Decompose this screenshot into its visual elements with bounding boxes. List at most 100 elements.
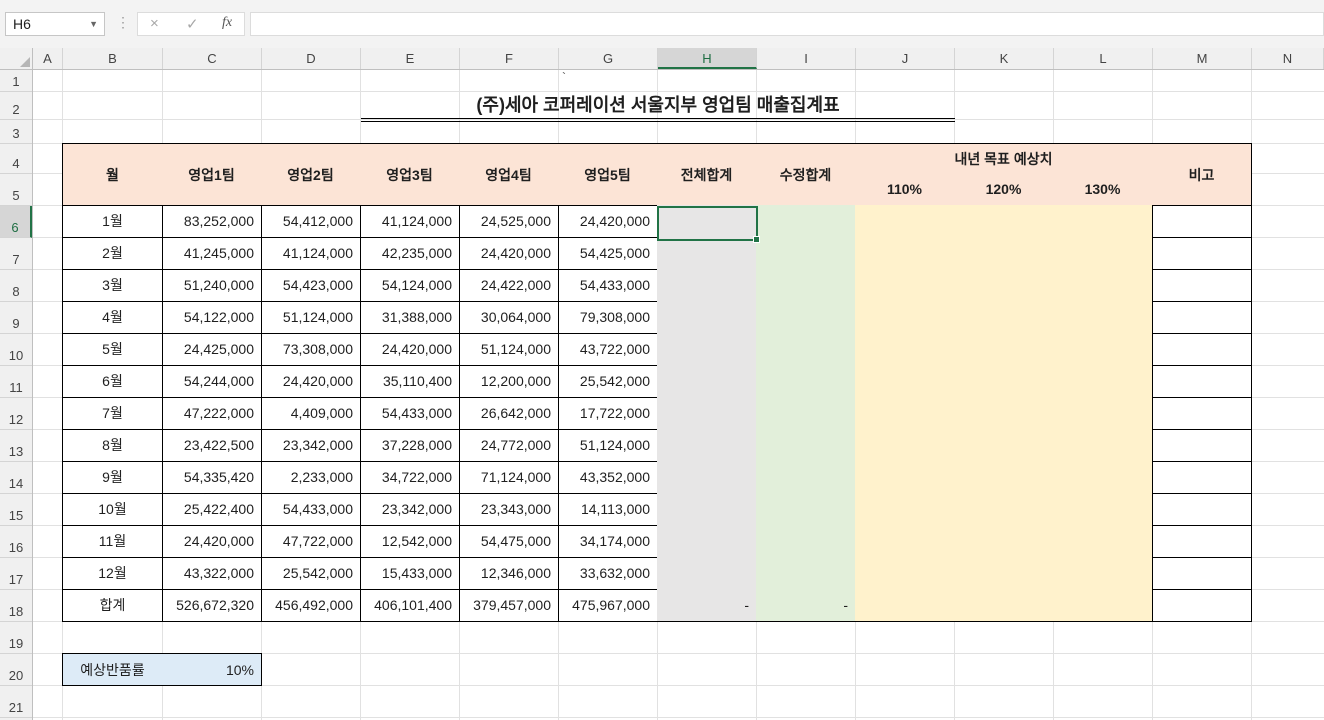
team5-cell[interactable]: 33,632,000 bbox=[558, 557, 658, 590]
total-cell[interactable] bbox=[657, 525, 757, 558]
team5-cell[interactable]: 17,722,000 bbox=[558, 397, 658, 430]
team1-cell[interactable]: 54,122,000 bbox=[162, 301, 262, 334]
month-cell[interactable]: 12월 bbox=[62, 557, 163, 590]
team4-cell[interactable]: 12,200,000 bbox=[459, 365, 559, 398]
target-130-cell[interactable] bbox=[1053, 493, 1153, 526]
target-120-cell[interactable] bbox=[954, 333, 1054, 366]
target-130-cell[interactable] bbox=[1053, 525, 1153, 558]
team2-cell[interactable]: 24,420,000 bbox=[261, 365, 361, 398]
month-cell[interactable]: 2월 bbox=[62, 237, 163, 270]
target-120-cell[interactable] bbox=[954, 493, 1054, 526]
total-team1[interactable]: 526,672,320 bbox=[162, 589, 262, 622]
target-110-cell[interactable] bbox=[855, 461, 955, 494]
adjusted-cell[interactable] bbox=[756, 205, 856, 238]
target-110-cell[interactable] bbox=[855, 269, 955, 302]
month-cell[interactable]: 9월 bbox=[62, 461, 163, 494]
return-rate-value[interactable]: 10% bbox=[162, 653, 262, 686]
header-team2[interactable]: 영업2팀 bbox=[261, 143, 361, 206]
team2-cell[interactable]: 4,409,000 bbox=[261, 397, 361, 430]
total-target-120[interactable] bbox=[954, 589, 1054, 622]
target-110-cell[interactable] bbox=[855, 397, 955, 430]
note-cell[interactable] bbox=[1152, 493, 1252, 526]
adjusted-cell[interactable] bbox=[756, 525, 856, 558]
column-header-g[interactable]: G bbox=[559, 48, 658, 69]
cancel-icon[interactable]: × bbox=[150, 15, 159, 32]
total-row-label[interactable]: 합계 bbox=[62, 589, 163, 622]
note-cell[interactable] bbox=[1152, 301, 1252, 334]
target-120-cell[interactable] bbox=[954, 365, 1054, 398]
adjusted-cell[interactable] bbox=[756, 461, 856, 494]
note-cell[interactable] bbox=[1152, 525, 1252, 558]
row-header-18[interactable]: 18 bbox=[0, 590, 32, 622]
total-cell[interactable] bbox=[657, 461, 757, 494]
target-110-cell[interactable] bbox=[855, 205, 955, 238]
note-cell[interactable] bbox=[1152, 461, 1252, 494]
target-120-cell[interactable] bbox=[954, 461, 1054, 494]
target-130-cell[interactable] bbox=[1053, 237, 1153, 270]
header-total[interactable]: 전체합계 bbox=[657, 143, 757, 206]
column-header-h[interactable]: H bbox=[658, 48, 757, 69]
target-130-cell[interactable] bbox=[1053, 205, 1153, 238]
column-header-i[interactable]: I bbox=[757, 48, 856, 69]
target-110-cell[interactable] bbox=[855, 525, 955, 558]
header-adjusted[interactable]: 수정합계 bbox=[756, 143, 856, 206]
row-header-3[interactable]: 3 bbox=[0, 120, 32, 144]
adjusted-cell[interactable] bbox=[756, 397, 856, 430]
month-cell[interactable]: 11월 bbox=[62, 525, 163, 558]
adjusted-cell[interactable] bbox=[756, 237, 856, 270]
header-target-group[interactable]: 내년 목표 예상치 bbox=[855, 143, 1153, 174]
row-header-17[interactable]: 17 bbox=[0, 558, 32, 590]
team5-cell[interactable]: 25,542,000 bbox=[558, 365, 658, 398]
column-header-n[interactable]: N bbox=[1252, 48, 1324, 69]
sheet-title[interactable]: (주)세아 코퍼레이션 서울지부 영업팀 매출집계표 bbox=[361, 92, 955, 120]
row-header-5[interactable]: 5 bbox=[0, 174, 32, 206]
row-header-10[interactable]: 10 bbox=[0, 334, 32, 366]
team3-cell[interactable]: 34,722,000 bbox=[360, 461, 460, 494]
team3-cell[interactable]: 23,342,000 bbox=[360, 493, 460, 526]
team1-cell[interactable]: 43,322,000 bbox=[162, 557, 262, 590]
month-cell[interactable]: 5월 bbox=[62, 333, 163, 366]
row-header-8[interactable]: 8 bbox=[0, 270, 32, 302]
row-header-6[interactable]: 6 bbox=[0, 206, 32, 238]
target-110-cell[interactable] bbox=[855, 429, 955, 462]
target-110-cell[interactable] bbox=[855, 557, 955, 590]
name-box[interactable]: H6 ▼ bbox=[5, 12, 105, 36]
team3-cell[interactable]: 41,124,000 bbox=[360, 205, 460, 238]
select-all-button[interactable] bbox=[0, 48, 33, 70]
target-110-cell[interactable] bbox=[855, 333, 955, 366]
team1-cell[interactable]: 54,244,000 bbox=[162, 365, 262, 398]
note-cell[interactable] bbox=[1152, 269, 1252, 302]
team4-cell[interactable]: 54,475,000 bbox=[459, 525, 559, 558]
total-target-110[interactable] bbox=[855, 589, 955, 622]
month-cell[interactable]: 1월 bbox=[62, 205, 163, 238]
row-header-7[interactable]: 7 bbox=[0, 238, 32, 270]
adjusted-cell[interactable] bbox=[756, 429, 856, 462]
month-cell[interactable]: 8월 bbox=[62, 429, 163, 462]
month-cell[interactable]: 7월 bbox=[62, 397, 163, 430]
team2-cell[interactable]: 54,423,000 bbox=[261, 269, 361, 302]
header-target-130[interactable]: 130% bbox=[1053, 173, 1153, 206]
note-cell[interactable] bbox=[1152, 237, 1252, 270]
adjusted-cell[interactable] bbox=[756, 333, 856, 366]
row-header-9[interactable]: 9 bbox=[0, 302, 32, 334]
target-130-cell[interactable] bbox=[1053, 429, 1153, 462]
adjusted-cell[interactable] bbox=[756, 365, 856, 398]
column-header-f[interactable]: F bbox=[460, 48, 559, 69]
target-130-cell[interactable] bbox=[1053, 301, 1153, 334]
team5-cell[interactable]: 43,722,000 bbox=[558, 333, 658, 366]
column-header-e[interactable]: E bbox=[361, 48, 460, 69]
month-cell[interactable]: 10월 bbox=[62, 493, 163, 526]
team1-cell[interactable]: 41,245,000 bbox=[162, 237, 262, 270]
team4-cell[interactable]: 51,124,000 bbox=[459, 333, 559, 366]
team4-cell[interactable]: 23,343,000 bbox=[459, 493, 559, 526]
target-120-cell[interactable] bbox=[954, 269, 1054, 302]
team5-cell[interactable]: 54,433,000 bbox=[558, 269, 658, 302]
month-cell[interactable]: 6월 bbox=[62, 365, 163, 398]
team4-cell[interactable]: 71,124,000 bbox=[459, 461, 559, 494]
more-options-icon[interactable]: ⋮ bbox=[116, 14, 130, 31]
team1-cell[interactable]: 24,425,000 bbox=[162, 333, 262, 366]
adjusted-cell[interactable] bbox=[756, 301, 856, 334]
note-cell[interactable] bbox=[1152, 365, 1252, 398]
target-120-cell[interactable] bbox=[954, 557, 1054, 590]
team1-cell[interactable]: 24,420,000 bbox=[162, 525, 262, 558]
